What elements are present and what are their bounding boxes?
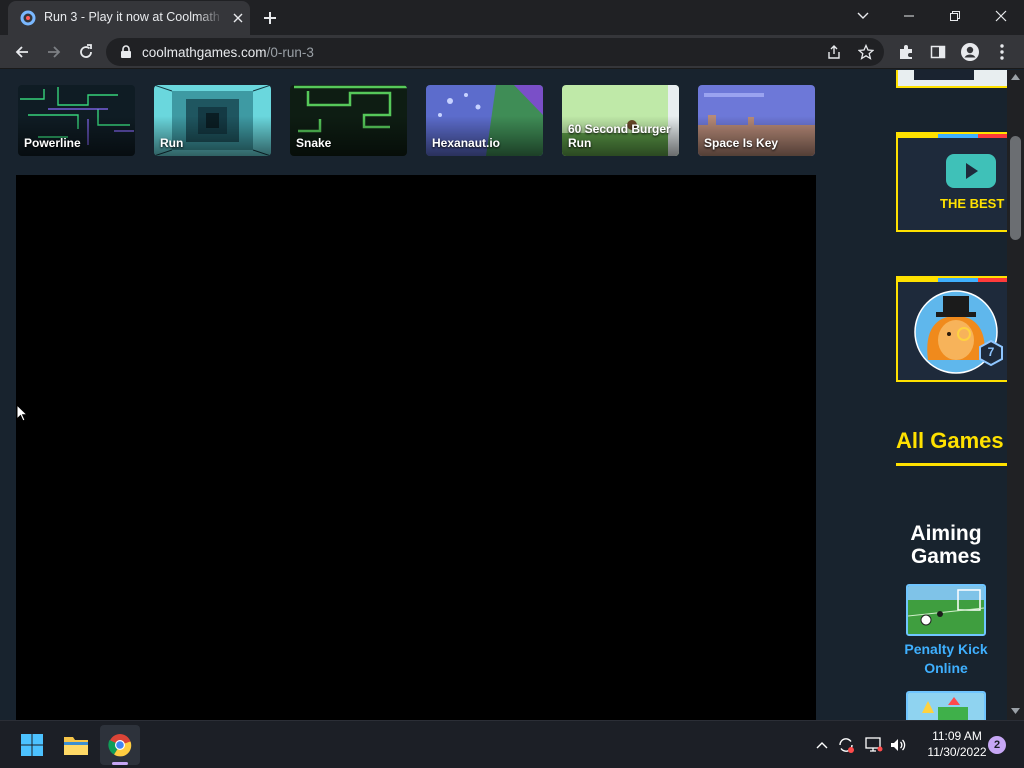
category-title[interactable]: Aiming Games	[896, 522, 996, 568]
bookmark-star-icon[interactable]	[854, 40, 878, 64]
forward-arrow-icon[interactable]	[42, 40, 66, 64]
next-game-image	[908, 693, 984, 720]
penalty-kick-image	[908, 586, 984, 634]
all-games-heading[interactable]: All Games	[896, 428, 1004, 454]
url-domain: coolmathgames.com	[142, 45, 267, 60]
scroll-down-arrow-icon[interactable]	[1011, 708, 1020, 714]
active-app-indicator	[112, 762, 128, 765]
clock-time: 11:09 AM	[932, 729, 982, 743]
game-card-60-second-burger-run[interactable]: 60 Second Burger Run	[562, 85, 679, 156]
tab-close-icon[interactable]	[230, 10, 246, 26]
game-card-powerline[interactable]: Powerline	[18, 85, 135, 156]
address-bar[interactable]: coolmathgames.com/0-run-3	[106, 38, 884, 66]
play-video-icon	[946, 154, 996, 188]
game-card-label: Hexanaut.io	[432, 136, 501, 150]
close-window-icon[interactable]	[978, 0, 1024, 32]
start-windows-icon[interactable]	[12, 725, 52, 765]
file-explorer-icon[interactable]	[56, 725, 96, 765]
sidebar-promo-partial[interactable]	[896, 70, 1007, 88]
back-arrow-icon[interactable]	[10, 40, 34, 64]
tab-strip: Run 3 - Play it now at Coolmath Games	[0, 0, 1024, 35]
color-stripe	[898, 134, 1007, 138]
next-game-thumbnail[interactable]	[906, 691, 986, 720]
network-icon[interactable]	[864, 735, 884, 755]
game-card-label: Powerline	[24, 136, 81, 150]
share-icon[interactable]	[822, 40, 846, 64]
mouse-cursor-icon	[16, 404, 28, 422]
tray-overflow-chevron-icon[interactable]	[812, 735, 832, 755]
game-card-space-is-key[interactable]: Space Is Key	[698, 85, 815, 156]
tab-title: Run 3 - Play it now at Coolmath Games	[44, 10, 224, 24]
profile-avatar-icon[interactable]	[958, 40, 982, 64]
lock-icon[interactable]	[120, 45, 132, 59]
volume-icon[interactable]	[888, 735, 908, 755]
url-path: /0-run-3	[266, 45, 314, 60]
scroll-up-arrow-icon[interactable]	[1011, 74, 1020, 80]
penalty-kick-link[interactable]: Penalty Kick Online	[896, 640, 996, 678]
windows-taskbar: 11:09 AM 11/30/2022 2	[0, 720, 1024, 768]
reload-icon[interactable]	[74, 40, 98, 64]
clock-date: 11/30/2022	[927, 745, 987, 759]
color-stripe	[898, 278, 1007, 282]
sidebar-promo-mascot[interactable]: 7	[896, 276, 1007, 382]
game-card-hexanaut[interactable]: Hexanaut.io	[426, 85, 543, 156]
penalty-kick-thumbnail[interactable]	[906, 584, 986, 636]
sync-alert-icon[interactable]	[836, 735, 856, 755]
level-badge: 7	[978, 339, 1004, 367]
web-page: Powerline Run Snake Hexanaut.io 60 Secon…	[0, 70, 1007, 720]
minimize-icon[interactable]	[886, 0, 932, 32]
game-card-snake[interactable]: Snake	[290, 85, 407, 156]
level-number: 7	[987, 345, 995, 359]
side-panel-icon[interactable]	[926, 40, 950, 64]
game-card-label: Snake	[296, 136, 332, 150]
coolmath-favicon-icon	[20, 10, 36, 26]
game-card-label: Run	[160, 136, 184, 150]
game-canvas[interactable]	[16, 175, 816, 720]
promo-image	[914, 70, 974, 80]
game-card-label: 60 Second Burger Run	[568, 122, 671, 150]
chrome-taskbar-icon[interactable]	[100, 725, 140, 765]
tab-search-chevron-icon[interactable]	[840, 0, 886, 32]
notification-badge[interactable]: 2	[988, 736, 1006, 754]
browser-toolbar: coolmathgames.com/0-run-3	[0, 35, 1024, 69]
browser-tab-active[interactable]: Run 3 - Play it now at Coolmath Games	[8, 1, 250, 35]
promo-text: THE BEST	[940, 196, 1005, 211]
game-card-label: Space Is Key	[704, 136, 779, 150]
new-tab-plus-icon[interactable]	[258, 6, 282, 30]
game-card-run[interactable]: Run	[154, 85, 271, 156]
restore-icon[interactable]	[932, 0, 978, 32]
extensions-puzzle-icon[interactable]	[894, 40, 918, 64]
url-text[interactable]: coolmathgames.com/0-run-3	[142, 45, 314, 60]
heading-underline	[896, 463, 1007, 466]
kebab-menu-icon[interactable]	[990, 40, 1014, 64]
sidebar-promo-video[interactable]: THE BEST	[896, 132, 1007, 232]
scrollbar-thumb[interactable]	[1010, 136, 1021, 240]
vertical-scrollbar[interactable]	[1007, 70, 1024, 720]
